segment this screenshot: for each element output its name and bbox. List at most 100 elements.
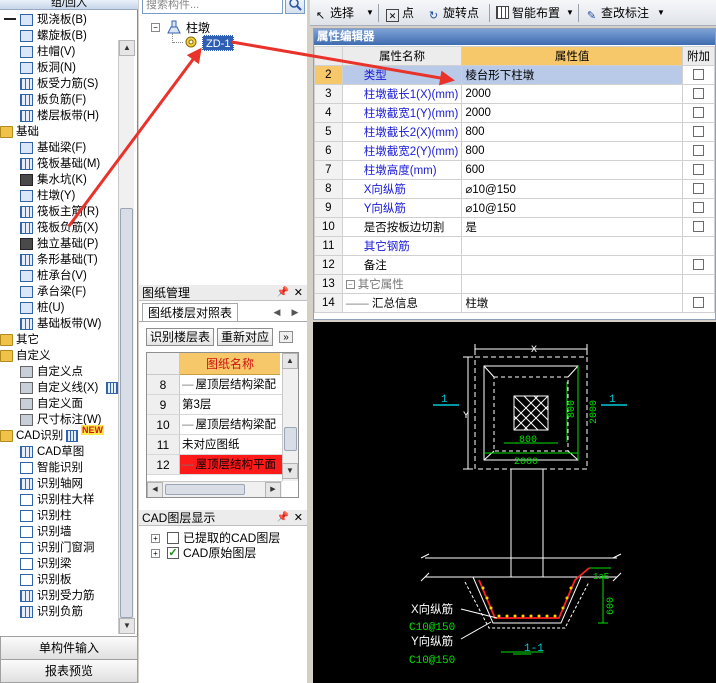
table-row[interactable]: 第3层 (180, 395, 282, 415)
tree-item[interactable]: 柱帽(V) (0, 44, 118, 60)
layer-checkbox[interactable] (167, 532, 179, 544)
tree-item[interactable]: 识别墙 (0, 524, 118, 540)
property-row[interactable]: 5 柱墩截长2(X)(mm) 800 (314, 122, 715, 142)
property-row[interactable]: 3 柱墩截长1(X)(mm) 2000 (314, 84, 715, 104)
property-row[interactable]: 11 其它钢筋 (314, 236, 715, 256)
group-collapse-icon[interactable]: − (345, 280, 355, 289)
report-preview-button[interactable]: 报表预览 (0, 659, 138, 683)
tree-item[interactable]: 桩承台(V) (0, 268, 118, 284)
property-value[interactable] (461, 255, 684, 275)
tree-item[interactable]: 识别负筋 (0, 604, 118, 620)
more-icon[interactable]: » (279, 331, 293, 343)
tree-item[interactable]: 识别轴网 (0, 476, 118, 492)
property-value[interactable]: 棱台形下柱墩 (461, 65, 684, 85)
tree-item[interactable]: 条形基础(T) (0, 252, 118, 268)
tree-scrollbar[interactable]: ▲ ▼ (118, 40, 135, 634)
property-value[interactable]: 600 (461, 160, 684, 180)
rematch-button[interactable]: 重新对应 (217, 328, 273, 346)
component-root-label[interactable]: 柱墩 (186, 19, 210, 36)
scroll-thumb[interactable] (284, 427, 297, 451)
table-row[interactable]: — 屋顶层结构梁配 (180, 375, 282, 395)
tree-item[interactable]: −自定义 (0, 348, 118, 364)
check-annotation-button[interactable]: ✎ 查改标注 (585, 4, 649, 22)
property-row[interactable]: 8 X向纵筋 ⌀10@150 (314, 179, 715, 199)
scroll-up-icon[interactable]: ▲ (119, 40, 135, 56)
tab-floor-mapping[interactable]: 图纸楼层对照表 (142, 303, 238, 321)
attach-checkbox[interactable] (693, 201, 705, 213)
table-row[interactable]: — 屋顶层结构梁配 (180, 415, 282, 435)
property-value[interactable] (461, 236, 684, 256)
tree-item[interactable]: 板负筋(F) (0, 92, 118, 108)
property-row[interactable]: 9 Y向纵筋 ⌀10@150 (314, 198, 715, 218)
tree-item[interactable]: 基础板带(W) (0, 316, 118, 332)
tree-item[interactable]: 独立基础(P) (0, 236, 118, 252)
property-value[interactable]: 2000 (461, 103, 684, 123)
property-row[interactable]: 13− 其它属性 (314, 274, 715, 294)
scroll-down-icon[interactable]: ▼ (119, 618, 135, 634)
scroll-right-icon[interactable]: ▶ (265, 482, 281, 497)
scroll-up-icon[interactable]: ▲ (282, 353, 298, 369)
tree-item[interactable]: 现浇板(B) (0, 12, 118, 28)
tree-item[interactable]: 识别柱 (0, 508, 118, 524)
attach-checkbox[interactable] (693, 258, 705, 270)
select-dropdown-icon[interactable]: ▼ (366, 4, 374, 22)
tree-item[interactable]: 筏板主筋(R) (0, 204, 118, 220)
attach-checkbox[interactable] (693, 296, 705, 308)
tree-item[interactable]: 智能识别 (0, 460, 118, 476)
drawing-name-header[interactable]: 图纸名称 (180, 353, 280, 375)
table-row[interactable]: — 屋顶层结构平面 (180, 455, 282, 475)
panel-splitter[interactable] (307, 0, 310, 683)
table-row[interactable]: 未对应图纸 (180, 435, 282, 455)
tree-item[interactable]: CAD草图 (0, 444, 118, 460)
tree-item[interactable]: 螺旋板(B) (0, 28, 118, 44)
tree-item[interactable]: −CAD识别NEW (0, 425, 118, 444)
component-search-input[interactable]: 搜索构件... (142, 0, 283, 14)
property-value[interactable]: 柱墩 (461, 293, 684, 313)
property-value[interactable] (461, 274, 684, 294)
tree-expander-icon[interactable]: − (151, 23, 160, 32)
single-component-input-button[interactable]: 单构件输入 (0, 636, 138, 660)
tree-item[interactable]: 承台梁(F) (0, 284, 118, 300)
tree-item[interactable]: 筏板负筋(X) (0, 220, 118, 236)
tab-scroll-right-icon[interactable]: ▶ (287, 304, 303, 320)
property-row[interactable]: 4 柱墩截宽1(Y)(mm) 2000 (314, 103, 715, 123)
layer-label[interactable]: CAD原始图层 (183, 546, 256, 561)
scroll-thumb[interactable] (120, 208, 133, 618)
property-row[interactable]: 7 柱墩高度(mm) 600 (314, 160, 715, 180)
identify-floor-table-button[interactable]: 识别楼层表 (146, 328, 214, 346)
pin-icon[interactable]: 📌 (277, 510, 289, 526)
tree-item[interactable]: 板洞(N) (0, 60, 118, 76)
tree-item[interactable]: 识别梁 (0, 556, 118, 572)
attach-checkbox[interactable] (693, 106, 705, 118)
smart-layout-dropdown-icon[interactable]: ▼ (566, 4, 574, 22)
property-value[interactable]: 2000 (461, 84, 684, 104)
property-row[interactable]: 14 —— 汇总信息 柱墩 (314, 293, 715, 313)
smart-layout-button[interactable]: 智能布置 (496, 4, 560, 22)
tree-item[interactable]: 自定义点 (0, 364, 118, 380)
cad-preview-canvas[interactable]: X Y 800 2000 800 2000 1 1 1aE 600 X向纵筋 C… (313, 322, 716, 683)
tree-item[interactable]: 集水坑(K) (0, 172, 118, 188)
table-vscroll[interactable]: ▲ ▼ (282, 353, 298, 481)
pin-icon[interactable]: 📌 (277, 285, 289, 301)
select-button[interactable]: ↖ 选择 (314, 4, 354, 22)
attach-checkbox[interactable] (693, 87, 705, 99)
scroll-left-icon[interactable]: ◀ (147, 482, 163, 497)
property-value[interactable]: ⌀10@150 (461, 179, 684, 199)
property-row[interactable]: 10 是否按板边切割 是 (314, 217, 715, 237)
attach-checkbox[interactable] (693, 182, 705, 194)
tree-item[interactable]: 识别门窗洞 (0, 540, 118, 556)
rotate-point-button[interactable]: ↻ 旋转点 (427, 4, 479, 22)
tree-item[interactable]: −基础 (0, 124, 118, 140)
tree-item[interactable]: 楼层板带(H) (0, 108, 118, 124)
component-item-zd1[interactable]: ZD-1 (202, 35, 235, 51)
tree-item[interactable]: 自定义线(X) (0, 380, 118, 396)
table-hscroll[interactable]: ◀ ▶ (147, 481, 282, 497)
property-value[interactable]: ⌀10@150 (461, 198, 684, 218)
property-row[interactable]: 12 备注 (314, 255, 715, 275)
tree-item[interactable]: 筏板基础(M) (0, 156, 118, 172)
tree-item[interactable]: 识别柱大样 (0, 492, 118, 508)
property-value[interactable]: 是 (461, 217, 684, 237)
grid-badge-icon[interactable] (106, 382, 118, 394)
property-row[interactable]: 6 柱墩截宽2(Y)(mm) 800 (314, 141, 715, 161)
annotation-dropdown-icon[interactable]: ▼ (657, 4, 665, 22)
